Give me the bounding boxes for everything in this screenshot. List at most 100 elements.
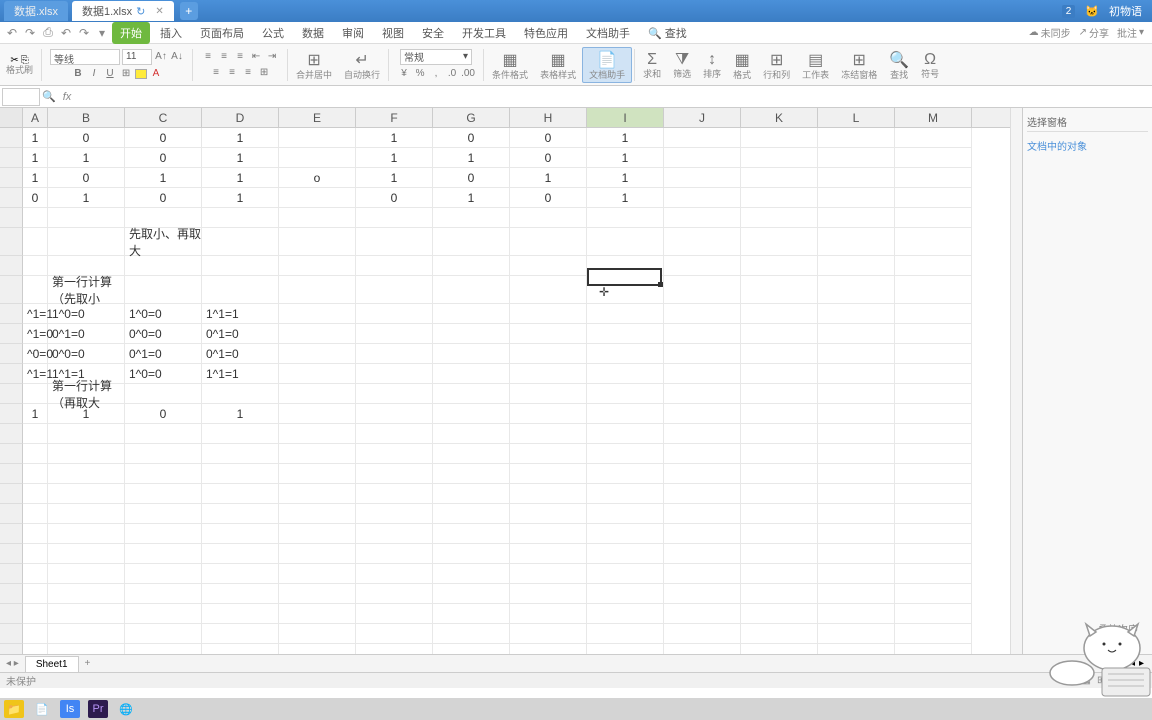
cell[interactable]	[818, 128, 895, 148]
cell[interactable]	[895, 344, 972, 364]
align-bot-icon[interactable]: ≡	[233, 50, 247, 64]
italic-icon[interactable]: I	[87, 67, 101, 81]
sum-button[interactable]: Σ求和	[637, 49, 667, 81]
align-top-icon[interactable]: ≡	[201, 50, 215, 64]
cell[interactable]	[279, 624, 356, 644]
cell[interactable]	[587, 384, 664, 404]
cell[interactable]	[510, 464, 587, 484]
cell[interactable]	[48, 444, 125, 464]
cell[interactable]	[818, 404, 895, 424]
cell[interactable]	[741, 524, 818, 544]
col-header[interactable]: J	[664, 108, 741, 127]
cell[interactable]	[356, 256, 433, 276]
cell[interactable]	[818, 384, 895, 404]
cell[interactable]	[664, 424, 741, 444]
cell[interactable]	[356, 584, 433, 604]
cell[interactable]	[279, 444, 356, 464]
cell[interactable]: 0	[510, 148, 587, 168]
menu-review[interactable]: 审阅	[334, 22, 372, 44]
cell[interactable]: 1	[433, 148, 510, 168]
cell[interactable]	[433, 584, 510, 604]
cell[interactable]	[433, 464, 510, 484]
cell[interactable]: o	[279, 168, 356, 188]
cell[interactable]	[664, 364, 741, 384]
menu-special[interactable]: 特色应用	[516, 22, 576, 44]
cell[interactable]	[741, 276, 818, 304]
cell[interactable]	[125, 584, 202, 604]
cell[interactable]	[23, 208, 48, 228]
cell[interactable]	[202, 484, 279, 504]
cell[interactable]	[356, 464, 433, 484]
cell[interactable]	[818, 364, 895, 384]
taskbar-app1-icon[interactable]: 📄	[32, 700, 52, 718]
cell[interactable]	[48, 464, 125, 484]
cell[interactable]	[433, 604, 510, 624]
cell[interactable]	[664, 384, 741, 404]
cell[interactable]	[23, 504, 48, 524]
cell[interactable]	[510, 544, 587, 564]
cell[interactable]	[125, 644, 202, 654]
cell[interactable]	[587, 644, 664, 654]
cell[interactable]	[433, 364, 510, 384]
cell[interactable]: 1	[510, 168, 587, 188]
cell[interactable]: 0	[23, 188, 48, 208]
cell[interactable]	[664, 504, 741, 524]
cell[interactable]	[279, 644, 356, 654]
cell[interactable]	[202, 644, 279, 654]
cell[interactable]	[587, 404, 664, 424]
rowscols-button[interactable]: ⊞行和列	[757, 48, 796, 82]
cell[interactable]	[48, 228, 125, 256]
cell[interactable]	[202, 208, 279, 228]
cell[interactable]	[664, 464, 741, 484]
view-normal-icon[interactable]: ▦	[1082, 675, 1091, 686]
cell[interactable]	[356, 624, 433, 644]
cell[interactable]	[741, 304, 818, 324]
col-header[interactable]: D	[202, 108, 279, 127]
cell[interactable]	[48, 584, 125, 604]
cell[interactable]	[279, 324, 356, 344]
cell[interactable]	[895, 128, 972, 148]
cell[interactable]: 0^0=0	[125, 324, 202, 344]
redo-icon[interactable]: ↷	[22, 25, 38, 41]
cell[interactable]	[664, 304, 741, 324]
cell[interactable]	[818, 484, 895, 504]
cell[interactable]	[23, 464, 48, 484]
cell[interactable]	[23, 424, 48, 444]
cell[interactable]	[818, 604, 895, 624]
cell[interactable]: 1	[48, 188, 125, 208]
col-header[interactable]: C	[125, 108, 202, 127]
menu-dochelper[interactable]: 文档助手	[578, 22, 638, 44]
cell[interactable]	[510, 364, 587, 384]
cell[interactable]	[433, 524, 510, 544]
border-icon[interactable]: ⊞	[119, 67, 133, 81]
cell[interactable]: 1^0=0	[125, 304, 202, 324]
cell[interactable]	[587, 624, 664, 644]
cell[interactable]: 0	[433, 128, 510, 148]
cell-style-button[interactable]: ▦表格样式	[534, 48, 582, 82]
cell[interactable]	[433, 324, 510, 344]
margins-icon[interactable]: ⊞	[257, 66, 271, 80]
cell[interactable]	[23, 484, 48, 504]
cell[interactable]: 1^0=0	[48, 304, 125, 324]
cell[interactable]	[587, 364, 664, 384]
cell[interactable]: 0^1=0	[48, 324, 125, 344]
cell[interactable]	[741, 404, 818, 424]
cell[interactable]	[818, 324, 895, 344]
cell[interactable]	[279, 424, 356, 444]
cell[interactable]	[818, 524, 895, 544]
cell[interactable]	[356, 524, 433, 544]
cell[interactable]	[741, 148, 818, 168]
cell[interactable]	[202, 564, 279, 584]
cell[interactable]	[433, 384, 510, 404]
font-name-select[interactable]: 等线	[50, 49, 120, 65]
cell[interactable]	[433, 344, 510, 364]
cell[interactable]: 1	[23, 128, 48, 148]
cell[interactable]	[741, 384, 818, 404]
cell[interactable]	[279, 524, 356, 544]
merge-button[interactable]: ⊞合并居中	[290, 48, 338, 82]
hscroll-left-icon[interactable]: ◂	[1130, 658, 1135, 669]
cell[interactable]	[818, 344, 895, 364]
cell[interactable]: 1	[587, 128, 664, 148]
cell[interactable]	[587, 344, 664, 364]
cell[interactable]	[433, 624, 510, 644]
